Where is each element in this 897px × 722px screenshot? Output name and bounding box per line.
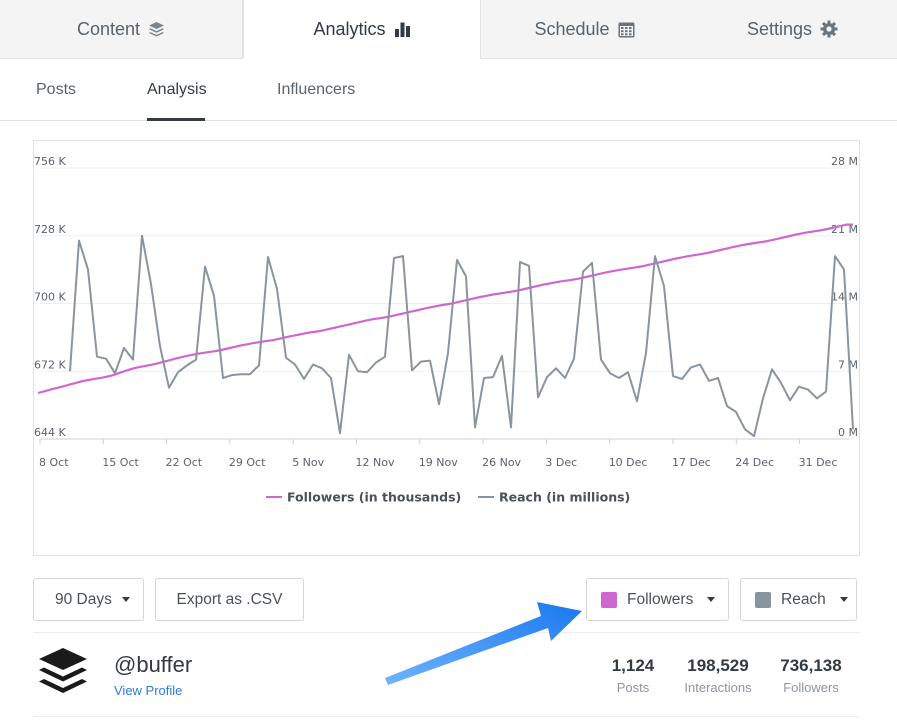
tab-posts-label: Posts [36, 81, 76, 99]
active-tab-underline [147, 118, 205, 121]
sub-tab-bar: Posts Analysis Influencers [0, 59, 897, 121]
stat-interactions: 198,529 Interactions [676, 656, 760, 695]
tab-schedule[interactable]: Schedule [481, 0, 688, 59]
reach-metric-dropdown[interactable]: Reach [740, 578, 857, 621]
reach-series-line [70, 236, 853, 436]
tab-analytics-label: Analytics [313, 19, 385, 40]
divider [33, 716, 860, 717]
followers-metric-label: Followers [627, 591, 693, 609]
followers-metric-dropdown[interactable]: Followers [586, 578, 729, 621]
y-right-tick-label: 7 M [838, 358, 858, 371]
y-left-tick-label: 728 K [34, 223, 66, 236]
stat-label: Followers [774, 680, 848, 695]
legend-label: Followers (in thousands) [287, 490, 461, 505]
x-tick-label: 26 Nov [482, 456, 521, 469]
tab-influencers[interactable]: Influencers [277, 59, 355, 121]
tab-analysis-label: Analysis [147, 81, 207, 99]
chevron-down-icon [840, 597, 848, 602]
stat-followers: 736,138 Followers [774, 656, 848, 695]
export-csv-button[interactable]: Export as .CSV [155, 578, 304, 621]
tab-analytics[interactable]: Analytics [243, 0, 481, 59]
x-tick-label: 15 Oct [102, 456, 139, 469]
view-profile-link[interactable]: View Profile [114, 683, 182, 698]
x-tick-label: 12 Nov [356, 456, 395, 469]
reach-swatch [755, 592, 771, 608]
x-tick-label: 22 Oct [166, 456, 203, 469]
stat-value: 1,124 [602, 656, 664, 676]
stat-value: 198,529 [676, 656, 760, 676]
tab-settings-label: Settings [747, 19, 812, 40]
tab-influencers-label: Influencers [277, 81, 355, 99]
x-tick-label: 19 Nov [419, 456, 458, 469]
x-tick-label: 10 Dec [609, 456, 648, 469]
date-range-dropdown[interactable]: 90 Days [33, 578, 144, 621]
y-right-tick-label: 28 M [831, 155, 858, 168]
calendar-icon [618, 21, 635, 38]
date-range-label: 90 Days [55, 591, 112, 609]
top-tab-bar: Content Analytics Schedule [0, 0, 897, 59]
x-tick-label: 29 Oct [229, 456, 266, 469]
x-tick-label: 31 Dec [799, 456, 838, 469]
profile-handle: @buffer [114, 652, 192, 678]
legend-label: Reach (in millions) [499, 490, 630, 505]
stat-label: Posts [602, 680, 664, 695]
chevron-down-icon [122, 597, 130, 602]
divider [33, 632, 860, 633]
y-left-tick-label: 644 K [34, 426, 66, 439]
analytics-chart: 756 K28 M728 K21 M700 K14 M672 K7 M644 K… [33, 140, 860, 556]
x-tick-label: 17 Dec [672, 456, 711, 469]
tab-content-label: Content [77, 19, 140, 40]
tab-posts[interactable]: Posts [36, 59, 76, 121]
followers-swatch [601, 592, 617, 608]
line-chart: 756 K28 M728 K21 M700 K14 M672 K7 M644 K… [34, 141, 861, 557]
stat-value: 736,138 [774, 656, 848, 676]
gear-icon [820, 20, 838, 38]
tab-analysis[interactable]: Analysis [147, 59, 207, 121]
x-tick-label: 24 Dec [735, 456, 774, 469]
x-tick-label: 8 Oct [39, 456, 69, 469]
stat-posts: 1,124 Posts [602, 656, 664, 695]
tab-settings[interactable]: Settings [688, 0, 897, 59]
buffer-logo-icon [37, 646, 89, 702]
layers-icon [148, 21, 165, 38]
x-tick-label: 3 Dec [545, 456, 577, 469]
y-right-tick-label: 0 M [838, 426, 858, 439]
tab-content[interactable]: Content [0, 0, 243, 59]
reach-metric-label: Reach [781, 591, 826, 609]
y-left-tick-label: 756 K [34, 155, 66, 168]
bar-chart-icon [394, 21, 411, 38]
tab-schedule-label: Schedule [534, 19, 609, 40]
chevron-down-icon [707, 597, 715, 602]
export-csv-label: Export as .CSV [177, 591, 283, 609]
y-left-tick-label: 672 K [34, 358, 66, 371]
stat-label: Interactions [676, 680, 760, 695]
y-left-tick-label: 700 K [34, 291, 66, 304]
x-tick-label: 5 Nov [292, 456, 324, 469]
